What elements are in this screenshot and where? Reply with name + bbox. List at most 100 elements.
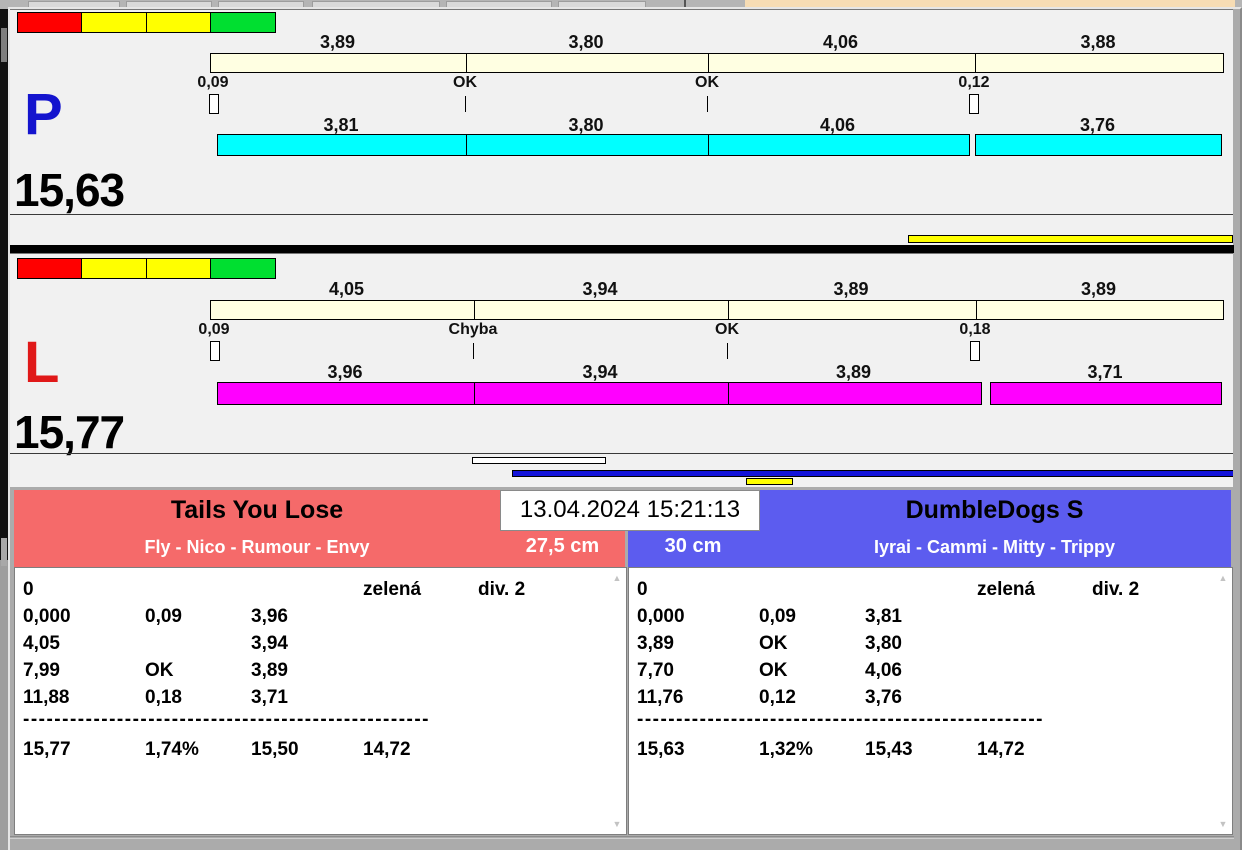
statusbar-line — [10, 838, 1234, 839]
split-cell: 0,09 — [759, 606, 796, 627]
total-best: 14,72 — [977, 739, 1025, 760]
split-cell: 0,09 — [145, 606, 182, 627]
split-cell: 0,12 — [759, 687, 796, 708]
run-segments-bar — [217, 382, 982, 405]
split-cell: 3,94 — [251, 633, 288, 654]
split-cell: 0,000 — [637, 606, 685, 627]
team-name: DumbleDogs S — [905, 496, 1084, 524]
segment-time-label: 4,06 — [822, 32, 859, 52]
segment-time-label: 3,71 — [1087, 362, 1123, 382]
segment-time-label: 3,80 — [568, 115, 604, 135]
segment-time-label: 3,94 — [582, 362, 618, 382]
split-cell: 3,81 — [865, 606, 902, 627]
segment-divider — [975, 54, 976, 72]
crossing-marker-label: OK — [453, 74, 477, 91]
separator-line — [10, 214, 1233, 215]
scroll-up-icon[interactable]: ▲ — [1216, 572, 1230, 584]
split-cell: OK — [759, 660, 788, 681]
results-separator: ----------------------------------------… — [637, 709, 1045, 730]
jump-height: 30 cm — [664, 535, 722, 557]
lane-letter: P — [24, 82, 63, 147]
split-cell: 0,000 — [23, 606, 71, 627]
segment-divider — [708, 135, 709, 155]
date-time-display: 13.04.2024 15:21:13 — [500, 490, 760, 531]
lane-l-panel: 4,05 3,94 3,89 3,89 0,09 Chyba OK 0,18 3… — [10, 253, 1233, 488]
split-cell: 3,96 — [251, 606, 288, 627]
split-cell: 3,76 — [865, 687, 902, 708]
total-percent: 1,32% — [759, 739, 813, 760]
split-cell: 11,88 — [23, 687, 70, 708]
marker-box-icon — [209, 94, 219, 114]
marker-box-icon — [969, 94, 979, 114]
penalty-count: 0 — [637, 579, 648, 600]
status-color: zelená — [977, 579, 1036, 600]
status-block-green — [210, 12, 276, 33]
status-color: zelená — [363, 579, 422, 600]
segment-divider — [474, 301, 475, 319]
team-members: Fly - Nico - Rumour - Envy — [144, 537, 370, 557]
split-cell: 4,06 — [865, 660, 902, 681]
total-net: 15,43 — [865, 739, 913, 760]
split-cell: 3,71 — [251, 687, 288, 708]
status-block-yellow — [81, 12, 147, 33]
division: div. 2 — [478, 579, 526, 600]
crossing-marker-label: Chyba — [448, 321, 498, 338]
background-window-edge-notch — [1, 538, 7, 566]
segment-divider — [708, 54, 709, 72]
split-cell: OK — [145, 660, 174, 681]
crossing-marker-label: 0,09 — [197, 74, 229, 91]
status-block-red — [17, 12, 82, 33]
separator-line — [10, 453, 1233, 454]
crossing-marker-label: OK — [715, 321, 739, 338]
progress-bar-white — [472, 457, 606, 464]
status-block-yellow — [81, 258, 147, 279]
status-block-red — [17, 258, 82, 279]
lane-divider — [10, 245, 1234, 253]
segment-divider — [474, 383, 475, 404]
scroll-up-icon[interactable]: ▲ — [610, 572, 624, 584]
scroll-down-icon[interactable]: ▼ — [610, 818, 624, 830]
segment-divider — [976, 301, 977, 319]
team-name: Tails You Lose — [170, 496, 344, 524]
split-cell: 7,70 — [637, 660, 674, 681]
team-left-results: 0 zelená div. 2 0,000 0,09 3,96 4,05 3,9… — [14, 567, 627, 835]
segment-time-label: 3,88 — [1080, 32, 1116, 52]
crossing-marker-label: 0,09 — [198, 321, 230, 338]
segment-divider — [728, 301, 729, 319]
split-cell: 0,18 — [145, 687, 182, 708]
progress-bar-yellow — [908, 235, 1233, 243]
statusbar-line — [10, 836, 1234, 837]
team-members: Iyrai - Cammi - Mitty - Trippy — [873, 537, 1116, 557]
segment-time-label: 4,05 — [328, 279, 365, 299]
crossing-marker-label: OK — [695, 74, 719, 91]
total-time: 15,77 — [23, 739, 71, 760]
segment-time-label: 4,06 — [819, 115, 856, 135]
run-segments-bar — [217, 134, 970, 156]
split-cell: OK — [759, 633, 788, 654]
team-right-results: 0 zelená div. 2 0,000 0,09 3,81 3,89 OK … — [628, 567, 1233, 835]
segment-time-label: 3,94 — [582, 279, 618, 299]
run-segments-bar-last — [990, 382, 1222, 405]
segment-time-label: 3,81 — [323, 115, 359, 135]
status-block-yellow — [146, 12, 211, 33]
run-segments-bar-last — [975, 134, 1222, 156]
segment-divider — [466, 54, 467, 72]
marker-tick-icon — [473, 343, 474, 359]
segment-time-label: 3,89 — [833, 279, 869, 299]
results-separator: ----------------------------------------… — [23, 709, 431, 730]
reference-segments-bar — [210, 300, 1224, 320]
split-cell: 3,80 — [865, 633, 902, 654]
background-window-edge-dark — [0, 0, 8, 560]
total-net: 15,50 — [251, 739, 299, 760]
jump-height: 27,5 cm — [525, 535, 600, 557]
total-time: 15,63 — [637, 739, 685, 760]
background-window-edge-notch — [1, 28, 7, 62]
segment-time-label: 3,89 — [1080, 279, 1117, 299]
lane-total-time: 15,63 — [14, 164, 125, 216]
scroll-down-icon[interactable]: ▼ — [1216, 818, 1230, 830]
penalty-count: 0 — [23, 579, 34, 600]
segment-time-label: 3,89 — [319, 32, 356, 52]
split-cell: 3,89 — [637, 633, 674, 654]
lane-p-panel: 3,89 3,80 4,06 3,88 0,09 OK OK 0,12 3,81… — [10, 9, 1233, 246]
marker-box-icon — [210, 341, 220, 361]
